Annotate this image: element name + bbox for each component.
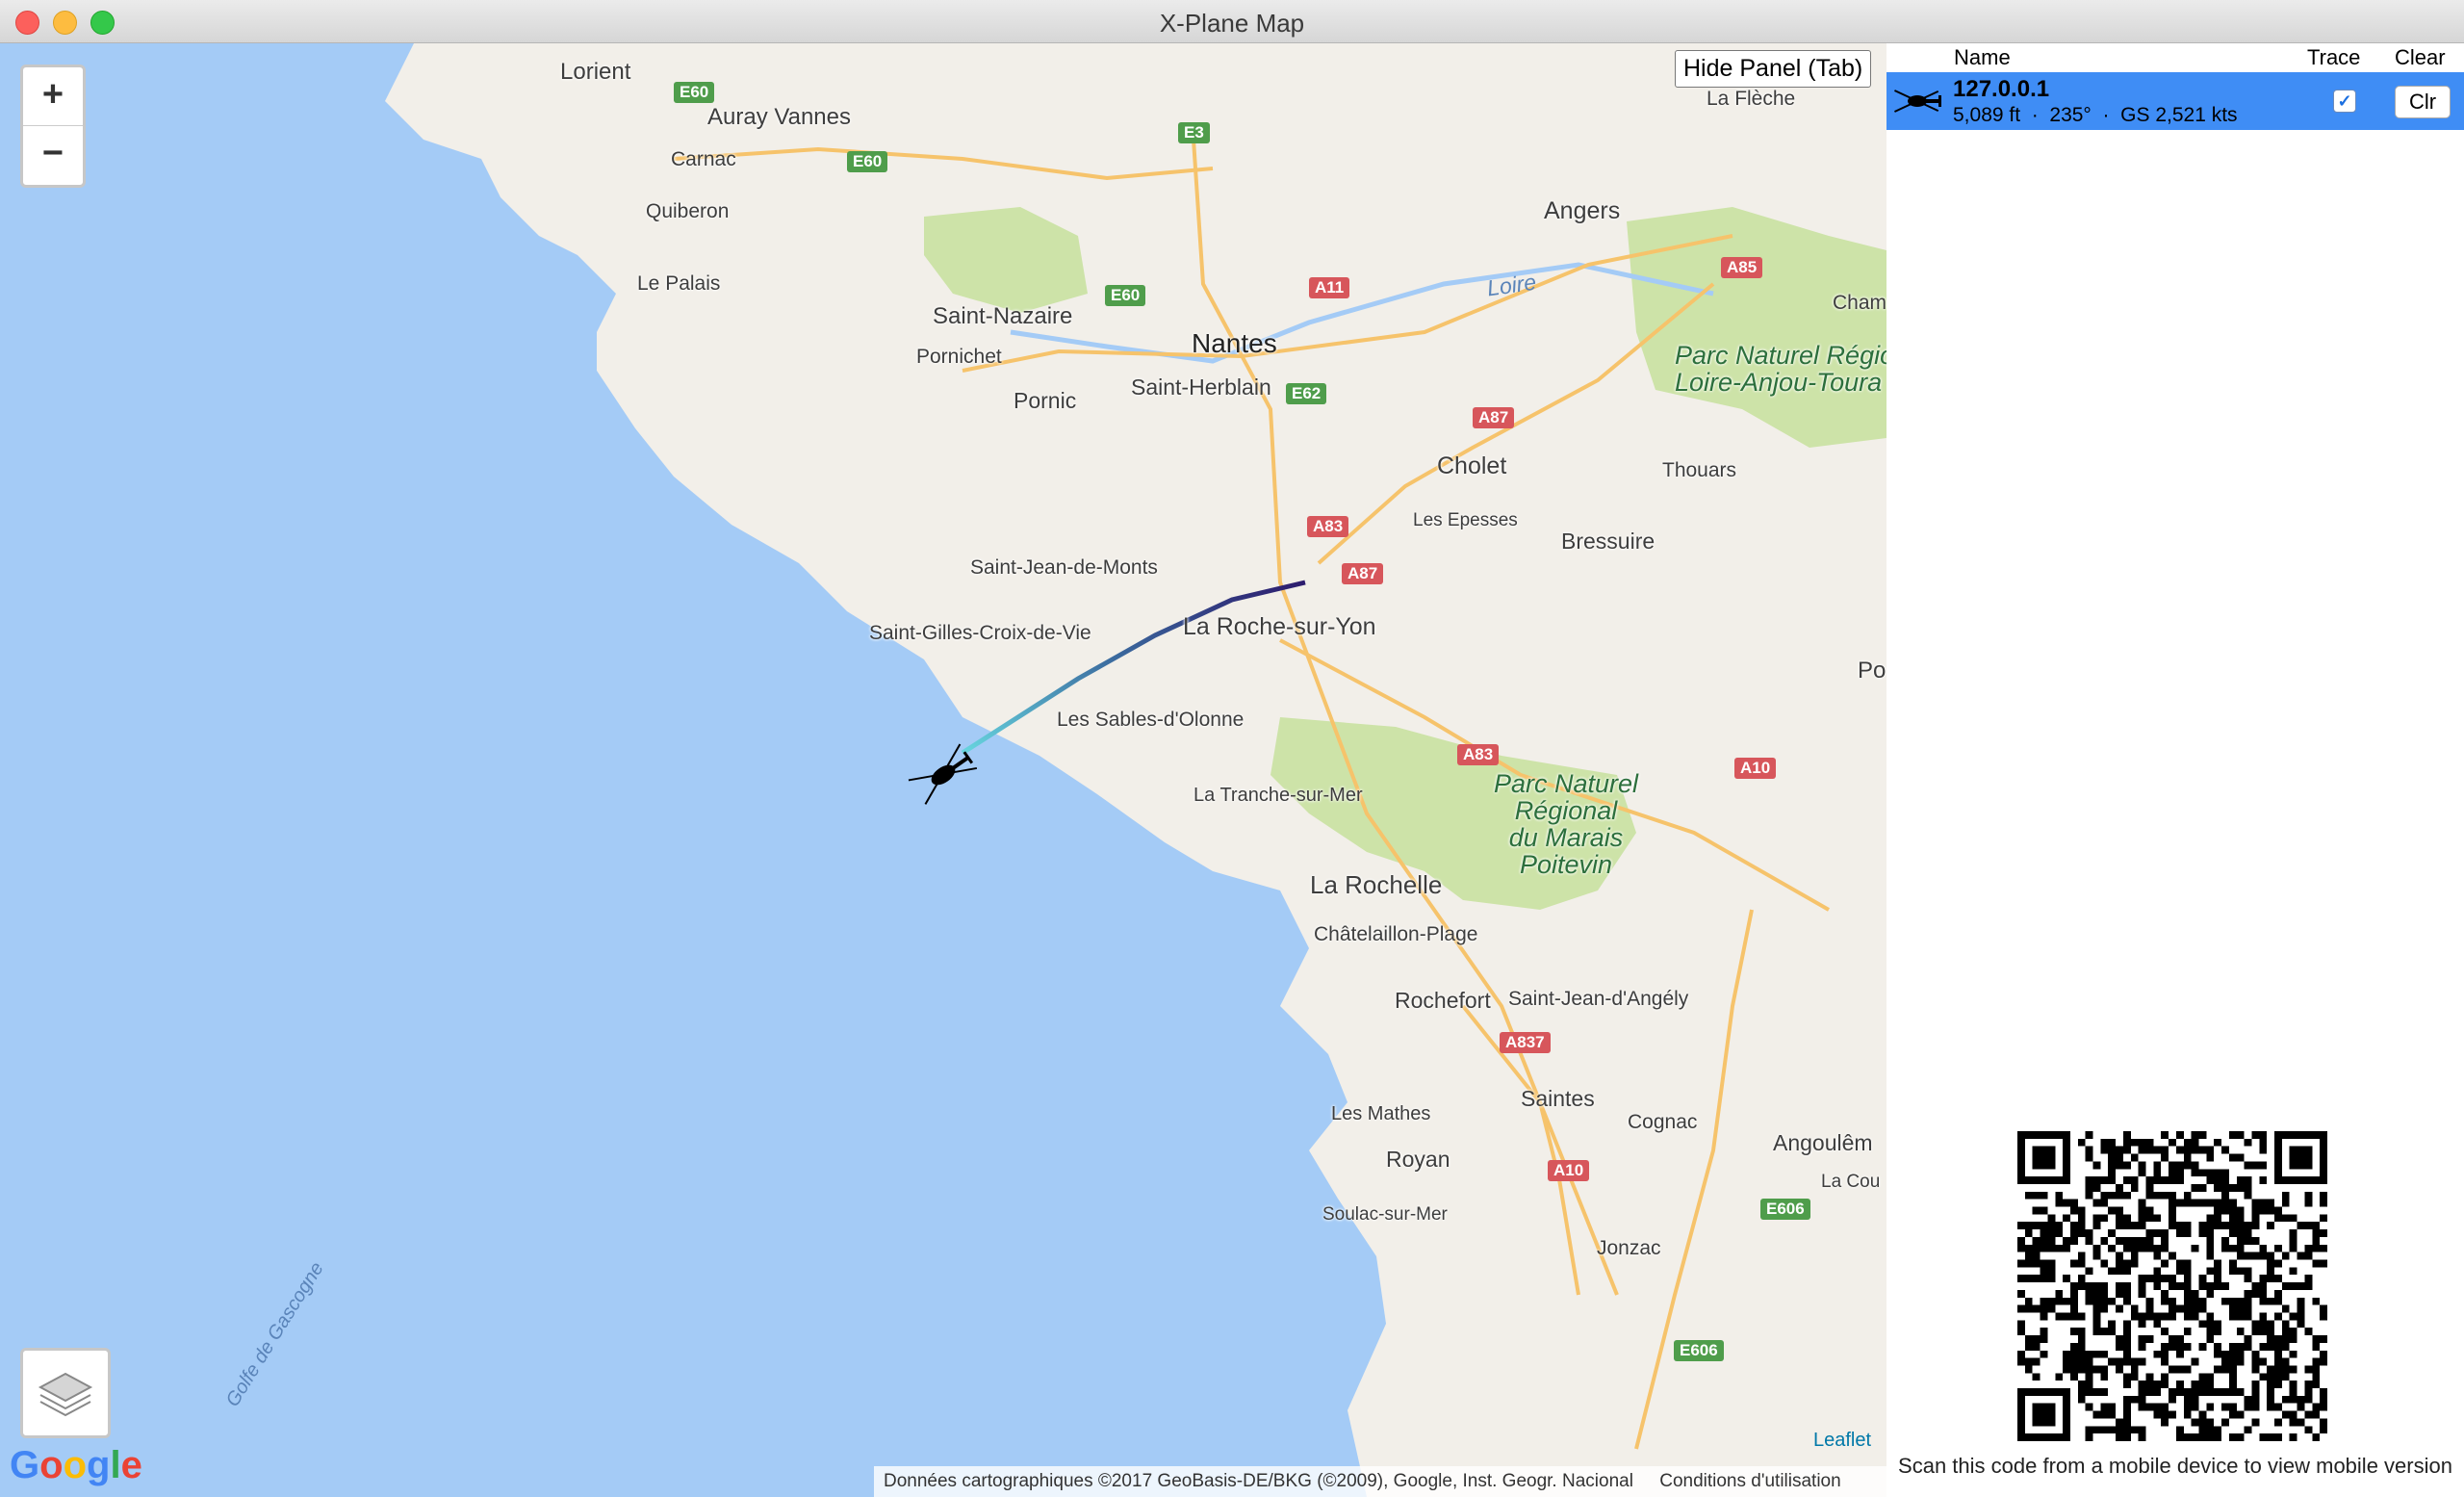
layers-icon: [38, 1372, 93, 1417]
place-label: La Flèche: [1707, 88, 1796, 110]
road-shield: A83: [1307, 516, 1349, 537]
aircraft-name: 127.0.0.1: [1953, 76, 2050, 102]
place-label: Quiberon: [646, 200, 730, 222]
terms-link[interactable]: Conditions d'utilisation: [1638, 1471, 1840, 1491]
aircraft-info: 5,089 ft · 235° · GS 2,521 kts: [1953, 104, 2238, 126]
column-header-trace: Trace: [2307, 45, 2361, 69]
place-label: Les Epesses: [1413, 510, 1518, 530]
place-label: La Cou: [1821, 1172, 1881, 1192]
attribution-text: Données cartographiques ©2017 GeoBasis-D…: [884, 1471, 1633, 1491]
road-shield: A85: [1721, 257, 1763, 278]
trace-checkbox[interactable]: ✓: [2333, 90, 2356, 113]
map-view[interactable]: Lorient Auray Vannes Carnac Quiberon Le …: [0, 43, 1886, 1497]
place-label: Carnac: [671, 148, 736, 170]
place-label: Angoulêm: [1773, 1130, 1873, 1155]
park-label: Parc Naturel Régional du Marais Poitevin: [1494, 769, 1639, 879]
layers-button[interactable]: [20, 1348, 111, 1438]
place-label: Saint-Herblain: [1131, 374, 1271, 400]
place-label: Châtelaillon-Plage: [1314, 923, 1478, 945]
place-label: Les Sables-d'Olonne: [1057, 709, 1245, 731]
road-shield: E606: [1760, 1199, 1810, 1220]
hide-panel-button[interactable]: Hide Panel (Tab): [1675, 50, 1872, 88]
place-label: Po: [1858, 658, 1886, 684]
place-label: Cholet: [1437, 452, 1507, 479]
qr-caption: Scan this code from a mobile device to v…: [1898, 1454, 2452, 1478]
leaflet-link[interactable]: Leaflet: [1813, 1430, 1871, 1452]
road-shield: E62: [1286, 383, 1327, 404]
map-attribution: Données cartographiques ©2017 GeoBasis-D…: [874, 1466, 1886, 1497]
road-shield: E60: [847, 151, 888, 172]
road-shield: A83: [1457, 744, 1500, 765]
place-label: Bressuire: [1561, 529, 1656, 554]
place-label: Angers: [1544, 197, 1621, 224]
google-logo: Google: [10, 1444, 142, 1486]
road-shield: A87: [1342, 563, 1384, 584]
aircraft-row[interactable]: 127.0.0.1 5,089 ft · 235° · GS 2,521 kts…: [1886, 72, 2464, 130]
clear-trace-button[interactable]: Clr: [2395, 86, 2451, 118]
place-label: Lorient: [560, 59, 631, 85]
qr-code-image: [2017, 1131, 2327, 1441]
place-label: Saint-Gilles-Croix-de-Vie: [869, 622, 1091, 644]
aircraft-marker-icon[interactable]: [905, 741, 982, 809]
place-label: Cognac: [1628, 1111, 1698, 1133]
zoom-control: + −: [20, 65, 86, 188]
zoom-in-button[interactable]: +: [23, 67, 83, 125]
road-shield: A837: [1500, 1032, 1551, 1053]
place-label: La Rochelle: [1310, 870, 1443, 899]
park-label: Parc Naturel Régio Loire-Anjou-Toura: [1675, 341, 1886, 397]
aircraft-icon: [1894, 90, 1941, 113]
place-label: Le Palais: [637, 272, 721, 295]
zoom-out-button[interactable]: −: [23, 125, 83, 184]
place-label: Saintes: [1521, 1086, 1595, 1111]
road-shield: A10: [1548, 1160, 1590, 1181]
place-label: Soulac-sur-Mer: [1322, 1204, 1448, 1225]
road-shield: E60: [674, 82, 715, 103]
window-title: X-Plane Map: [1159, 9, 1305, 38]
place-label: Pornic: [1014, 388, 1077, 413]
place-label: Nantes: [1192, 328, 1277, 358]
place-label: Auray Vannes: [707, 104, 851, 130]
place-label: La Roche-sur-Yon: [1183, 613, 1376, 640]
aircraft-panel: Name Trace Clear 127.0.0.1 5,089 ft · 23…: [1886, 43, 2464, 1497]
place-label: Thouars: [1662, 459, 1737, 481]
place-label: Saint-Jean-d'Angély: [1508, 988, 1689, 1010]
place-label: Cham: [1833, 292, 1886, 314]
place-label: Jonzac: [1597, 1237, 1661, 1259]
column-header-name: Name: [1954, 45, 2011, 69]
road-shield: E60: [1105, 285, 1146, 306]
road-shield: E3: [1178, 122, 1210, 143]
place-label: Saint-Nazaire: [933, 303, 1073, 329]
road-shield: A11: [1309, 277, 1350, 298]
road-shield: E606: [1674, 1340, 1724, 1361]
place-label: Rochefort: [1395, 988, 1491, 1013]
window-titlebar: X-Plane Map: [0, 0, 2464, 43]
place-label: Royan: [1386, 1147, 1450, 1172]
place-label: Les Mathes: [1331, 1103, 1431, 1124]
road-shield: A10: [1734, 758, 1777, 779]
place-label: La Tranche-sur-Mer: [1194, 785, 1363, 806]
place-label: Pornichet: [916, 346, 1002, 368]
place-label: Saint-Jean-de-Monts: [970, 556, 1158, 579]
column-header-clear: Clear: [2395, 45, 2446, 69]
road-shield: A87: [1473, 407, 1515, 428]
